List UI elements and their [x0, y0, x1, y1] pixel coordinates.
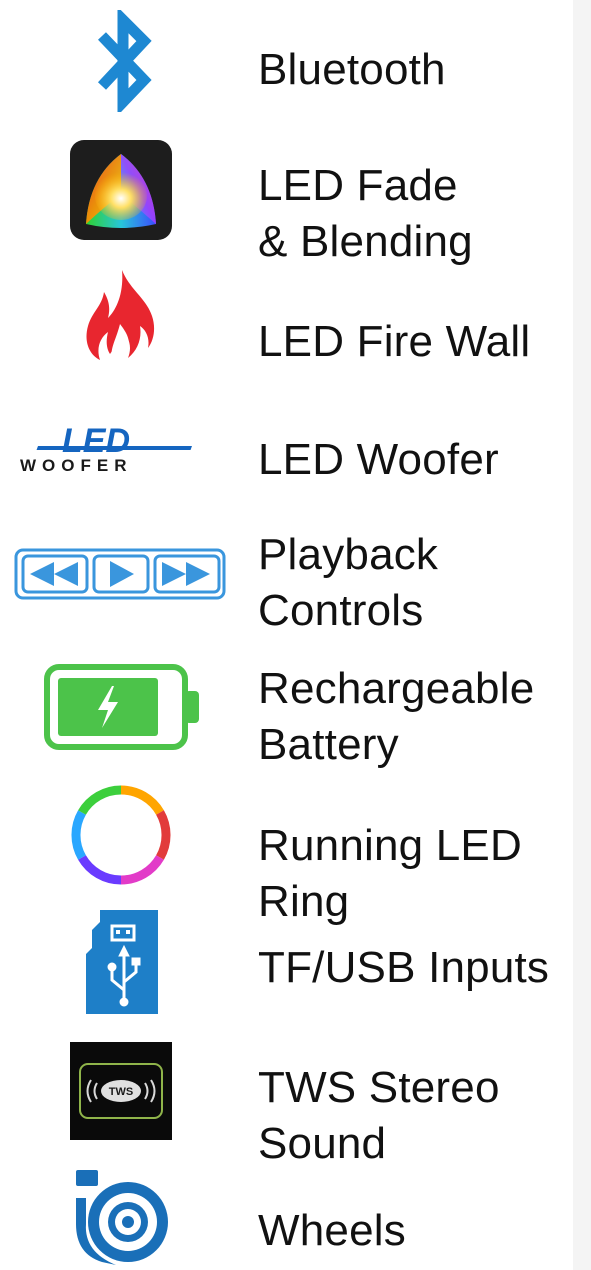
- playback-controls-icon: [14, 548, 226, 600]
- feature-label: Rechargeable Battery: [258, 664, 535, 769]
- fast-forward-icon: [153, 554, 221, 594]
- feature-label: Running LED Ring: [258, 821, 522, 926]
- battery-icon: [44, 664, 199, 750]
- fire-icon: [86, 270, 155, 363]
- led-ring-icon: [71, 785, 171, 885]
- svg-text:TWS: TWS: [109, 1086, 133, 1098]
- wheels-icon: [76, 1170, 168, 1265]
- feature-label: LED Fade & Blending: [258, 161, 473, 266]
- svg-text:WOOFER: WOOFER: [20, 456, 133, 474]
- tws-icon: TWS: [70, 1042, 172, 1140]
- bluetooth-icon: [97, 10, 152, 112]
- feature-label: LED Fire Wall: [258, 317, 531, 366]
- feature-label: Playback Controls: [258, 530, 439, 635]
- tf-usb-icon: [86, 910, 158, 1014]
- feature-label: TF/USB Inputs: [258, 943, 550, 992]
- led-fade-icon: [70, 140, 172, 240]
- right-edge-shadow: [573, 0, 591, 1270]
- feature-label: LED Woofer: [258, 435, 499, 484]
- play-icon: [92, 554, 150, 594]
- feature-label: TWS Stereo Sound: [258, 1063, 500, 1168]
- feature-label: Bluetooth: [258, 45, 446, 94]
- feature-label: Wheels: [258, 1206, 406, 1255]
- svg-text:LED: LED: [62, 424, 130, 460]
- rewind-icon: [21, 554, 89, 594]
- led-woofer-logo: LED WOOFER: [20, 424, 192, 474]
